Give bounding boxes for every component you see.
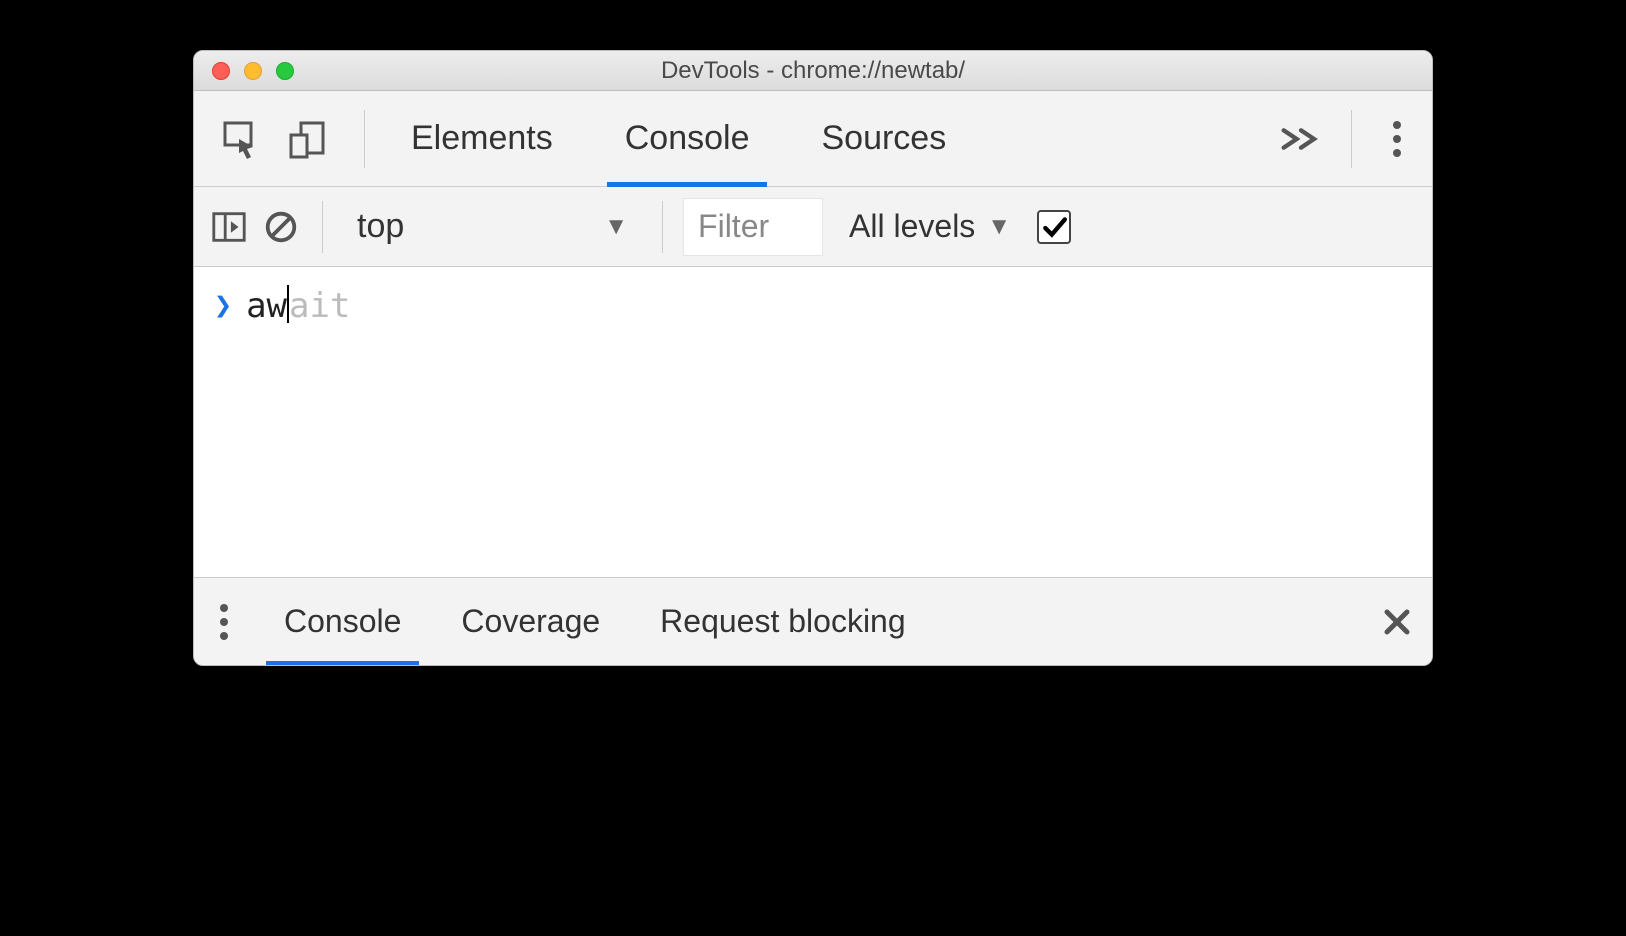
spacer [936,578,1362,665]
drawer-tab-console[interactable]: Console [254,578,431,665]
filter-placeholder: Filter [698,208,769,245]
console-toolbar: top ▼ Filter All levels ▼ [194,187,1432,267]
separator [322,201,323,253]
chevron-down-icon: ▼ [604,213,628,241]
close-window-button[interactable] [212,62,230,80]
log-levels-select[interactable]: All levels ▼ [833,208,1011,245]
tab-label: Console [625,119,750,158]
separator [662,201,663,253]
execution-context-select[interactable]: top ▼ [343,195,642,259]
drawer-tab-label: Request blocking [660,603,905,640]
chevron-down-icon: ▼ [987,213,1011,241]
autocomplete-ghost: ait [289,286,350,326]
separator [1351,110,1352,168]
inspect-element-icon[interactable] [220,118,262,160]
window-controls [194,62,294,80]
minimize-window-button[interactable] [244,62,262,80]
levels-label: All levels [849,208,975,245]
close-drawer-icon[interactable] [1362,578,1432,665]
customize-menu-icon[interactable] [1362,91,1432,186]
drawer-tab-label: Coverage [461,603,600,640]
devtools-window: DevTools - chrome://newtab/ Elements [193,50,1433,666]
separator [364,110,365,168]
console-sidebar-toggle-icon[interactable] [208,206,250,248]
context-label: top [357,207,404,246]
drawer-tab-coverage[interactable]: Coverage [431,578,630,665]
drawer-menu-icon[interactable] [194,578,254,665]
tab-console[interactable]: Console [589,91,786,186]
more-tabs-icon[interactable] [1261,91,1341,186]
tab-elements[interactable]: Elements [375,91,589,186]
device-toolbar-icon[interactable] [286,118,328,160]
tab-sources[interactable]: Sources [785,91,982,186]
drawer-tab-request-blocking[interactable]: Request blocking [630,578,935,665]
console-body[interactable]: ❯ await [194,267,1432,577]
drawer-tab-label: Console [284,603,401,640]
tab-label: Elements [411,119,553,158]
clear-console-icon[interactable] [260,206,302,248]
titlebar: DevTools - chrome://newtab/ [194,51,1432,91]
drawer: Console Coverage Request blocking [194,577,1432,665]
filter-input[interactable]: Filter [683,198,823,256]
console-input[interactable]: await [246,285,350,326]
zoom-window-button[interactable] [276,62,294,80]
inspect-tools [194,91,354,186]
preserve-log-checkbox[interactable] [1037,210,1071,244]
tab-label: Sources [821,119,946,158]
main-tab-strip: Elements Console Sources [194,91,1432,187]
prompt-chevron-icon: ❯ [214,288,232,323]
typed-text: aw [246,286,287,326]
console-prompt[interactable]: ❯ await [214,285,1412,326]
main-tabs: Elements Console Sources [375,91,1261,186]
window-title: DevTools - chrome://newtab/ [194,57,1432,85]
